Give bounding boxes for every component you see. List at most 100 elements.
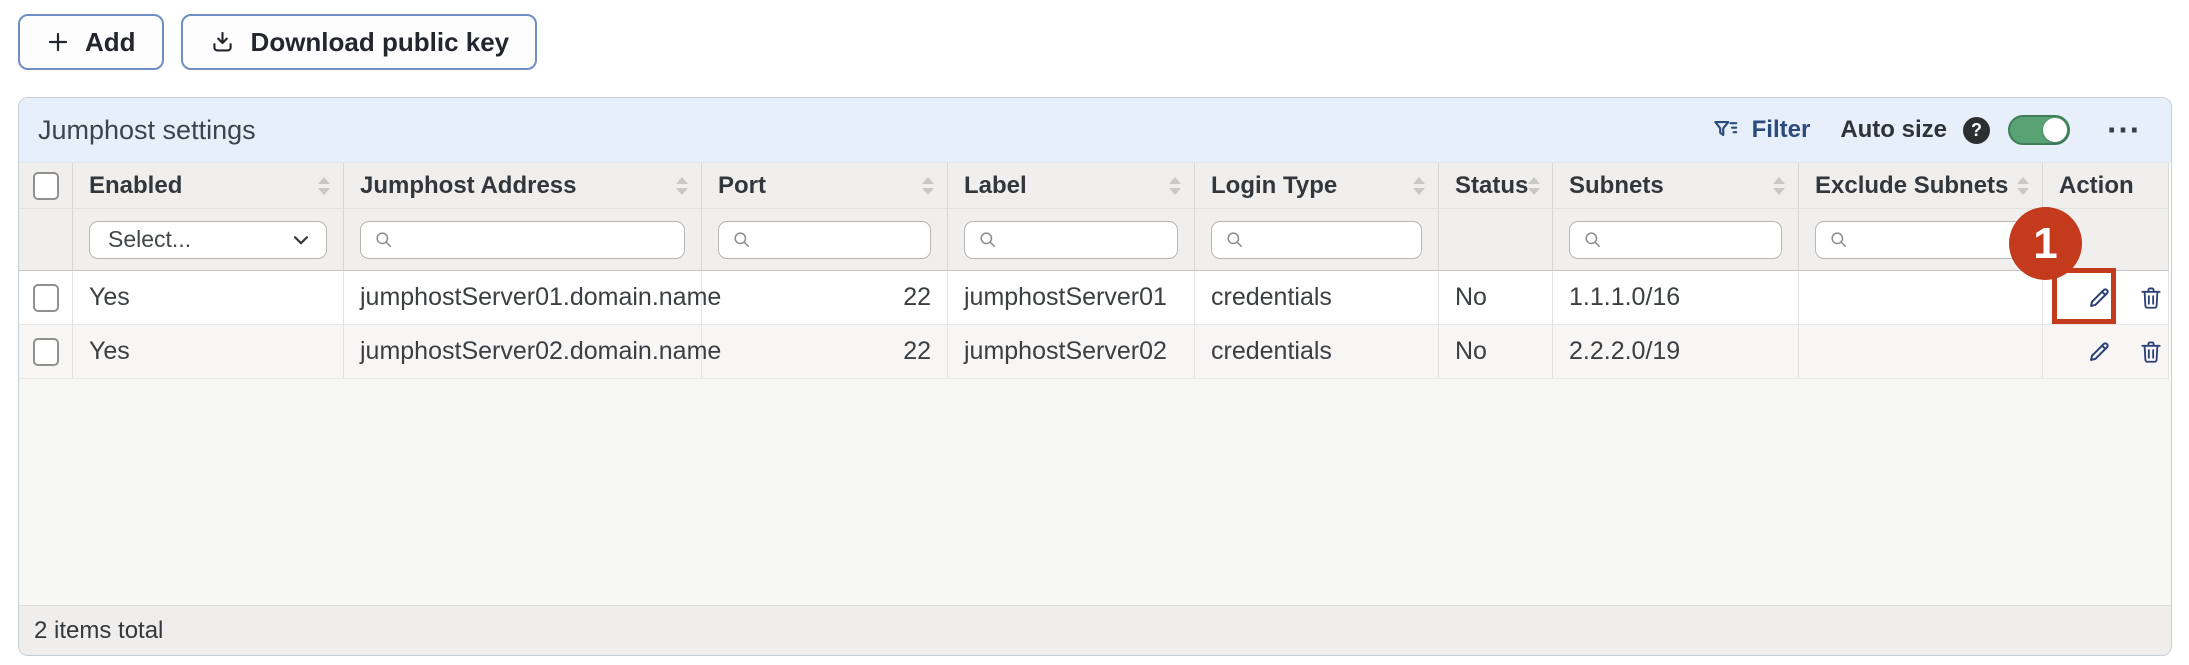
cell-status: No <box>1439 325 1553 379</box>
trash-icon <box>2138 339 2164 365</box>
search-icon <box>374 230 394 250</box>
row-checkbox-cell <box>19 325 73 379</box>
sort-icon[interactable] <box>1413 177 1425 195</box>
login-type-filter-input[interactable] <box>1211 221 1422 259</box>
enabled-filter-select[interactable]: Select... <box>89 221 327 259</box>
port-filter-input[interactable] <box>718 221 931 259</box>
filter-cell-exclude-subnets <box>1799 209 2043 271</box>
exclude-subnets-filter-input[interactable] <box>1815 221 2026 259</box>
select-all-cell <box>19 163 73 209</box>
search-icon <box>1829 230 1849 250</box>
cell-subnets: 2.2.2.0/19 <box>1553 325 1799 379</box>
panel-header: Jumphost settings Filter Auto size ? ⋯ <box>19 98 2171 163</box>
sort-icon[interactable] <box>1528 177 1540 195</box>
pencil-icon <box>2086 338 2113 365</box>
cell-label: jumphostServer02 <box>948 325 1195 379</box>
row-checkbox[interactable] <box>33 338 59 366</box>
column-header-status: Status <box>1439 163 1553 209</box>
select-all-checkbox[interactable] <box>33 172 59 200</box>
cell-jumphost-address: jumphostServer02.domain.name <box>344 325 702 379</box>
edit-button[interactable] <box>2085 338 2113 366</box>
column-header-login-type: Login Type <box>1195 163 1439 209</box>
search-icon <box>978 230 998 250</box>
download-public-key-button[interactable]: Download public key <box>181 14 538 70</box>
search-icon <box>732 230 752 250</box>
auto-size-toggle[interactable] <box>2008 115 2070 145</box>
filter-cell-port <box>702 209 948 271</box>
table-header-row: Enabled Jumphost Address Port Label Logi… <box>19 163 2169 209</box>
cell-label: jumphostServer01 <box>948 271 1195 325</box>
port-filter-field[interactable] <box>761 222 916 258</box>
filter-row: Select... <box>19 209 2169 271</box>
column-header-label: Label <box>948 163 1195 209</box>
table-row: Yes jumphostServer02.domain.name 22 jump… <box>19 325 2169 379</box>
cell-exclude-subnets <box>1799 271 2043 325</box>
filter-cell-subnets <box>1553 209 1799 271</box>
column-label: Exclude Subnets <box>1815 172 2008 200</box>
column-label: Label <box>964 172 1027 200</box>
toggle-knob <box>2043 118 2067 142</box>
column-label: Action <box>2059 172 2134 200</box>
column-header-subnets: Subnets <box>1553 163 1799 209</box>
column-label: Subnets <box>1569 172 1664 200</box>
sort-icon[interactable] <box>922 177 934 195</box>
jumphost-address-filter-field[interactable] <box>403 222 670 258</box>
filter-cell-enabled: Select... <box>73 209 344 271</box>
help-glyph: ? <box>1971 120 1982 141</box>
cell-port: 22 <box>702 325 948 379</box>
jumphost-settings-page: Add Download public key Jumphost setting… <box>0 0 2189 665</box>
subnets-filter-input[interactable] <box>1569 221 1782 259</box>
table-row: Yes jumphostServer01.domain.name 22 jump… <box>19 271 2169 325</box>
filter-cell-jumphost-address <box>344 209 702 271</box>
column-label: Jumphost Address <box>360 172 576 200</box>
column-label: Enabled <box>89 172 182 200</box>
chevron-down-icon <box>290 229 312 251</box>
sort-icon[interactable] <box>1773 177 1785 195</box>
auto-size-label: Auto size <box>1840 116 1947 144</box>
row-checkbox[interactable] <box>33 284 59 312</box>
cell-subnets: 1.1.1.0/16 <box>1553 271 1799 325</box>
search-icon <box>1225 230 1245 250</box>
add-button[interactable]: Add <box>18 14 164 70</box>
help-icon[interactable]: ? <box>1963 117 1990 144</box>
trash-icon <box>2138 285 2164 311</box>
items-total-label: 2 items total <box>34 617 163 645</box>
sort-icon[interactable] <box>1169 177 1181 195</box>
download-button-label: Download public key <box>251 27 510 58</box>
label-filter-input[interactable] <box>964 221 1178 259</box>
select-placeholder: Select... <box>108 226 191 253</box>
table-footer: 2 items total <box>19 605 2171 655</box>
subnets-filter-field[interactable] <box>1612 222 1767 258</box>
label-filter-field[interactable] <box>1007 222 1163 258</box>
cell-status: No <box>1439 271 1553 325</box>
annotation-step-badge: 1 <box>2009 207 2082 280</box>
page-title: Jumphost settings <box>38 115 256 146</box>
toolbar: Add Download public key <box>18 14 537 70</box>
column-label: Login Type <box>1211 172 1337 200</box>
sort-icon[interactable] <box>2017 177 2029 195</box>
column-header-port: Port <box>702 163 948 209</box>
search-icon <box>1583 230 1603 250</box>
column-header-exclude-subnets: Exclude Subnets <box>1799 163 2043 209</box>
jumphost-address-filter-input[interactable] <box>360 221 685 259</box>
cell-enabled: Yes <box>73 325 344 379</box>
sort-icon[interactable] <box>318 177 330 195</box>
cell-login-type: credentials <box>1195 325 1439 379</box>
plus-icon <box>46 30 70 54</box>
download-icon <box>209 29 236 56</box>
delete-button[interactable] <box>2137 284 2165 312</box>
column-header-enabled: Enabled <box>73 163 344 209</box>
table-controls: Filter Auto size ? ⋯ <box>1712 115 2141 145</box>
sort-icon[interactable] <box>676 177 688 195</box>
more-options-button[interactable]: ⋯ <box>2106 120 2141 140</box>
filter-button[interactable]: Filter <box>1712 116 1811 144</box>
cell-jumphost-address: jumphostServer01.domain.name <box>344 271 702 325</box>
exclude-subnets-filter-field[interactable] <box>1858 222 2011 258</box>
annotation-step-number: 1 <box>2033 219 2057 269</box>
column-header-action: Action <box>2043 163 2169 209</box>
cell-exclude-subnets <box>1799 325 2043 379</box>
login-type-filter-field[interactable] <box>1254 222 1407 258</box>
filter-cell-checkbox <box>19 209 73 271</box>
row-checkbox-cell <box>19 271 73 325</box>
delete-button[interactable] <box>2137 338 2165 366</box>
